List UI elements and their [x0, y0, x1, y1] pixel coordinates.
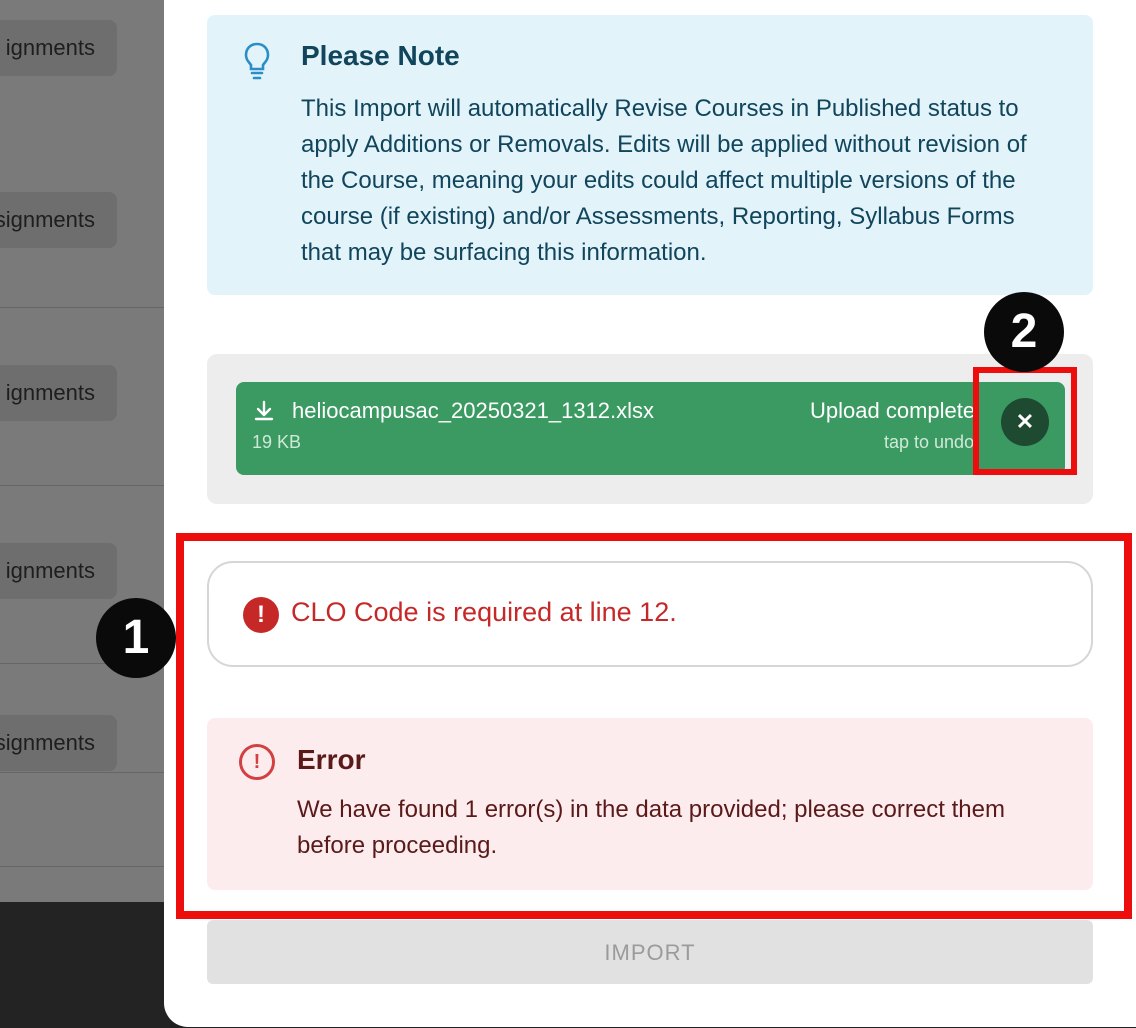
background-footer [0, 902, 170, 1028]
background-divider [0, 485, 170, 486]
download-icon [254, 400, 274, 421]
note-body: This Import will automatically Revise Co… [301, 95, 1027, 266]
please-note-callout: Please Note This Import will automatical… [207, 15, 1093, 295]
background-assignments-button: ignments [0, 543, 117, 599]
import-button[interactable]: IMPORT [207, 920, 1093, 984]
uploaded-file-card: heliocampusac_20250321_1312.xlsx 19 KB U… [236, 382, 1065, 475]
annotation-badge-2: 2 [984, 292, 1064, 372]
file-size: 19 KB [252, 432, 302, 452]
upload-status: Upload complete [810, 398, 976, 423]
background-divider [0, 866, 170, 867]
annotation-highlight-undo [973, 367, 1077, 475]
background-assignments-button: signments [0, 715, 117, 771]
background-assignments-button: ignments [0, 20, 117, 76]
background-assignments-button: signments [0, 192, 117, 248]
background-divider [0, 772, 170, 773]
annotation-highlight-errors [176, 533, 1132, 919]
file-upload-area[interactable]: heliocampusac_20250321_1312.xlsx 19 KB U… [207, 354, 1093, 504]
file-name: heliocampusac_20250321_1312.xlsx [292, 398, 655, 423]
note-title: Please Note [301, 40, 460, 71]
background-divider [0, 307, 170, 308]
lightbulb-icon [244, 42, 270, 80]
undo-hint: tap to undo [884, 432, 975, 452]
annotation-badge-1: 1 [96, 598, 176, 678]
background-assignments-button: ignments [0, 365, 117, 421]
background-page: ignments signments ignments ignments sig… [0, 0, 170, 902]
